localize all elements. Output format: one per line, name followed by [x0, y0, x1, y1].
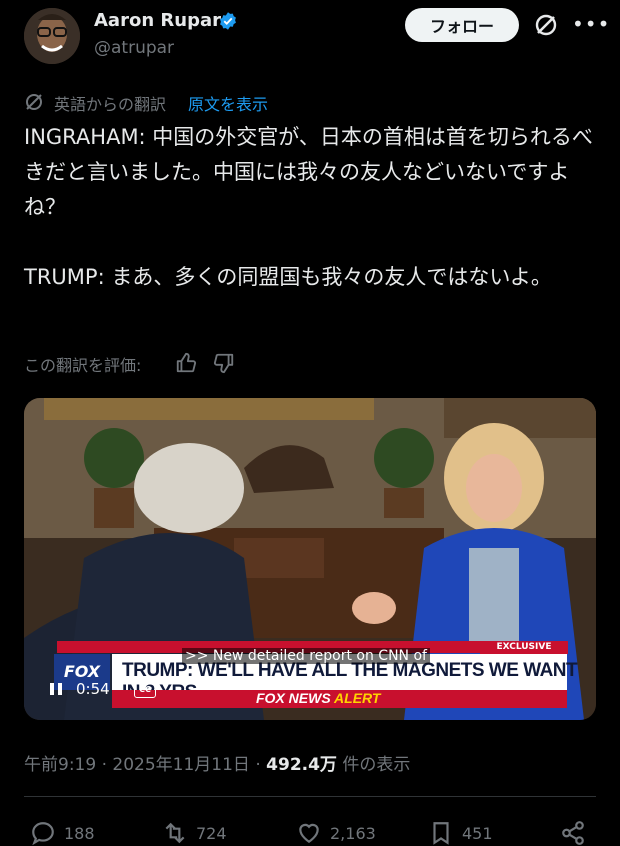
tweet-date[interactable]: 2025年11月11日 [112, 755, 250, 775]
alert-right: ALERT [334, 690, 381, 706]
thumbs-down-icon[interactable] [213, 352, 235, 374]
cc-icon[interactable]: CC [134, 682, 156, 698]
more-icon[interactable]: ••• [572, 14, 609, 34]
divider [24, 796, 596, 797]
tweet-meta: 午前9:19 · 2025年11月11日 · 492.4万 件の表示 [24, 755, 411, 775]
exclusive-tag: EXCLUSIVE [480, 641, 568, 654]
bookmark-button[interactable]: 451 [428, 820, 493, 846]
rate-translation-label: この翻訳を評価: [24, 356, 142, 375]
share-icon [562, 821, 584, 845]
repost-icon [165, 822, 185, 844]
author-name[interactable]: Aaron Rupar [94, 10, 221, 31]
like-icon [299, 823, 319, 843]
like-count: 2,163 [330, 823, 376, 843]
bookmark-icon [433, 822, 449, 845]
verified-icon [220, 12, 236, 30]
closed-caption: >> New detailed report on CNN of [182, 648, 430, 664]
thumbs-up-icon[interactable] [175, 352, 197, 374]
translation-label: 英語からの翻訳 [54, 95, 167, 114]
share-button[interactable] [560, 820, 586, 846]
video-timecode: 0:54 [76, 680, 110, 698]
reply-button[interactable]: 188 [30, 820, 95, 846]
repost-count: 724 [196, 823, 227, 843]
pause-icon[interactable] [48, 682, 64, 696]
grok-icon[interactable] [533, 12, 559, 38]
alert-text: FOX NEWS ALERT [256, 690, 380, 706]
view-label: 件の表示 [342, 755, 411, 775]
tweet-time[interactable]: 午前9:19 [24, 755, 96, 775]
avatar[interactable] [24, 8, 80, 64]
reply-icon [32, 822, 54, 846]
bookmark-count: 451 [462, 823, 493, 843]
reply-count: 188 [64, 823, 95, 843]
repost-button[interactable]: 724 [162, 820, 227, 846]
video-player[interactable]: EXCLUSIVE FOX TRUMP: WE'LL HAVE ALL THE … [24, 398, 596, 720]
follow-button[interactable]: フォロー [405, 8, 519, 42]
tweet-text: INGRAHAM: 中国の外交官が、日本の首相は首を切られるべきだと言いました。… [24, 125, 593, 289]
show-original-link[interactable]: 原文を表示 [188, 91, 268, 115]
like-button[interactable]: 2,163 [296, 820, 376, 846]
translate-icon [26, 94, 42, 110]
author-handle[interactable]: @atrupar [94, 38, 174, 58]
view-count: 492.4万 [266, 755, 337, 775]
alert-left: FOX NEWS [256, 690, 331, 706]
